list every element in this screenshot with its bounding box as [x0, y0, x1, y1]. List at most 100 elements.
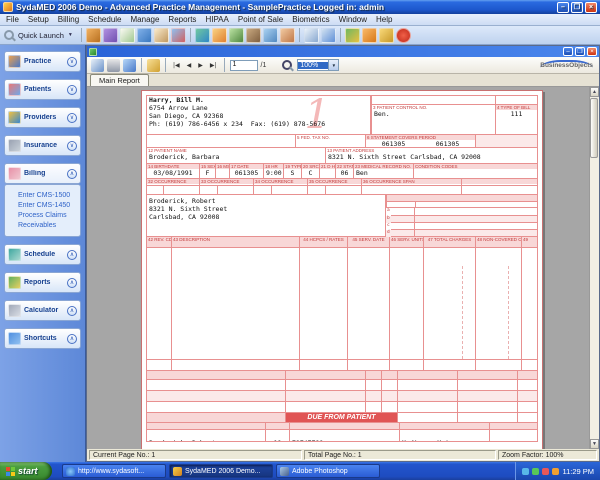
transactions-icon[interactable]: [321, 28, 336, 43]
sidebar-item-patients[interactable]: Patients ∨: [4, 79, 81, 100]
referral-icon[interactable]: [154, 28, 169, 43]
cpt-folder-icon[interactable]: [86, 28, 101, 43]
zoom-dropdown-icon[interactable]: ▼: [328, 60, 338, 70]
tab-main-report[interactable]: Main Report: [90, 74, 149, 86]
icd-folder-icon[interactable]: [103, 28, 118, 43]
menu-setup[interactable]: Setup: [28, 15, 49, 24]
export-report-icon[interactable]: [91, 59, 104, 72]
status-current-page: Current Page No.: 1: [89, 450, 302, 460]
page-number-input[interactable]: 1: [230, 60, 258, 71]
scrollbar-thumb[interactable]: [590, 98, 598, 158]
group-tree-icon[interactable]: [147, 59, 160, 72]
sidebar-item-providers[interactable]: Providers ∨: [4, 107, 81, 128]
find-text-icon[interactable]: [282, 60, 292, 70]
document-review-icon[interactable]: [304, 28, 319, 43]
menu-billing[interactable]: Billing: [58, 15, 79, 24]
last-page-icon[interactable]: ▶|: [208, 61, 219, 70]
search-icon[interactable]: [4, 30, 14, 40]
chevron-up-icon[interactable]: ∧: [67, 250, 77, 260]
toolbar: Quick Launch ▼: [0, 26, 600, 45]
menu-hipaa[interactable]: HIPAA: [205, 15, 228, 24]
chevron-up-icon[interactable]: ∧: [67, 169, 77, 179]
sidebar-item-practice[interactable]: Practice ∨: [4, 51, 81, 72]
staff-icon[interactable]: [280, 28, 295, 43]
security-lock-icon[interactable]: [379, 28, 394, 43]
first-page-icon[interactable]: |◀: [171, 61, 182, 70]
menu-schedule[interactable]: Schedule: [88, 15, 121, 24]
quick-launch-dropdown-icon[interactable]: ▼: [68, 32, 73, 38]
menu-biometrics[interactable]: Biometrics: [292, 15, 329, 24]
scroll-up-icon[interactable]: ▲: [590, 87, 599, 97]
quick-launch-label[interactable]: Quick Launch: [18, 31, 64, 40]
viewer-maximize-button[interactable]: ❐: [575, 47, 585, 56]
tray-icon-4[interactable]: [552, 468, 559, 475]
sidebar-item-calculator[interactable]: Calculator ∧: [4, 300, 81, 321]
clock: 11:29 PM: [562, 467, 594, 476]
menu-file[interactable]: File: [6, 15, 19, 24]
close-button[interactable]: ×: [585, 2, 597, 13]
zoom-value[interactable]: 100%: [298, 62, 328, 69]
link-enter-cms-1500[interactable]: Enter CMS-1500: [18, 192, 80, 199]
viewer-close-button[interactable]: ×: [587, 47, 597, 56]
payments-icon[interactable]: [195, 28, 210, 43]
payer-row: Blue Shield 229718032 Y Y 0.00 0.00: [146, 391, 538, 402]
viewer-titlebar: – ❐ ×: [87, 46, 599, 57]
audit-icon[interactable]: [246, 28, 261, 43]
print-report-icon[interactable]: [107, 59, 120, 72]
next-page-icon[interactable]: ▶: [196, 61, 205, 70]
superbill-icon[interactable]: [120, 28, 135, 43]
tray-icon-1[interactable]: [522, 468, 529, 475]
menu-reports[interactable]: Reports: [168, 15, 196, 24]
link-process-claims[interactable]: Process Claims: [18, 212, 80, 219]
statement-period-box: 6 STATEMENT COVERS PERIOD 061305 061305: [366, 135, 476, 148]
task-sydamed[interactable]: SydaMED 2006 Demo...: [169, 464, 273, 478]
chevron-down-icon[interactable]: ∨: [67, 85, 77, 95]
task-photoshop[interactable]: Adobe Photoshop: [276, 464, 380, 478]
windows-flag-icon: [6, 467, 15, 476]
link-enter-cms-1450[interactable]: Enter CMS-1450: [18, 202, 80, 209]
zoom-combobox[interactable]: 100% ▼: [297, 59, 339, 71]
chevron-up-icon[interactable]: ∧: [67, 306, 77, 316]
menu-manage[interactable]: Manage: [131, 15, 160, 24]
sidebar-item-shortcuts[interactable]: Shortcuts ∧: [4, 328, 81, 349]
schedule-icon[interactable]: [229, 28, 244, 43]
previous-page-icon[interactable]: ◀: [185, 61, 194, 70]
tray-icon-3[interactable]: [542, 468, 549, 475]
monitor-icon[interactable]: [362, 28, 377, 43]
claims-icon[interactable]: [171, 28, 186, 43]
menu-window[interactable]: Window: [339, 15, 367, 24]
chevron-down-icon[interactable]: ∨: [67, 57, 77, 67]
chevron-up-icon[interactable]: ∧: [67, 278, 77, 288]
minimize-button[interactable]: –: [557, 2, 569, 13]
refresh-icon[interactable]: [123, 59, 136, 72]
provider-name: Harry, Bill M.: [147, 96, 370, 104]
scroll-down-icon[interactable]: ▼: [590, 439, 599, 449]
start-button[interactable]: start: [0, 462, 52, 480]
patient-name: Broderick, Barbara: [147, 153, 325, 161]
menu-help[interactable]: Help: [376, 15, 392, 24]
help-icon[interactable]: [396, 28, 411, 43]
payer-row: Medicare Main 7867656 Y Y 0.00 0.00: [146, 380, 538, 391]
sidebar-item-insurance[interactable]: Insurance ∨: [4, 135, 81, 156]
maximize-button[interactable]: ❐: [571, 2, 583, 13]
sidebar-item-reports[interactable]: Reports ∧: [4, 272, 81, 293]
status-zoom-factor: Zoom Factor: 100%: [498, 450, 597, 460]
patient-name-box: 12 PATIENT NAME Broderick, Barbara: [146, 148, 326, 164]
money-icon[interactable]: [212, 28, 227, 43]
menu-point-of-sale[interactable]: Point of Sale: [238, 15, 283, 24]
sidebar-item-billing[interactable]: Billing ∧: [4, 163, 81, 184]
viewer-minimize-button[interactable]: –: [563, 47, 573, 56]
task-internet-explorer[interactable]: http://www.sydasoft...: [62, 464, 166, 478]
calculator-icon: [8, 304, 21, 317]
viewer-icon: [89, 48, 97, 56]
chevron-down-icon[interactable]: ∨: [67, 113, 77, 123]
messaging-icon[interactable]: [263, 28, 278, 43]
report-viewer-window: – ❐ × |◀ ◀ ▶ ▶| 1 /1 100% ▼ BusinessObje…: [86, 45, 600, 462]
sidebar-item-schedule[interactable]: Schedule ∧: [4, 244, 81, 265]
link-receivables[interactable]: Receivables: [18, 222, 80, 229]
tray-icon-2[interactable]: [532, 468, 539, 475]
analytics-icon[interactable]: [345, 28, 360, 43]
patient-lookup-icon[interactable]: [137, 28, 152, 43]
chevron-up-icon[interactable]: ∧: [67, 334, 77, 344]
chevron-down-icon[interactable]: ∨: [67, 141, 77, 151]
